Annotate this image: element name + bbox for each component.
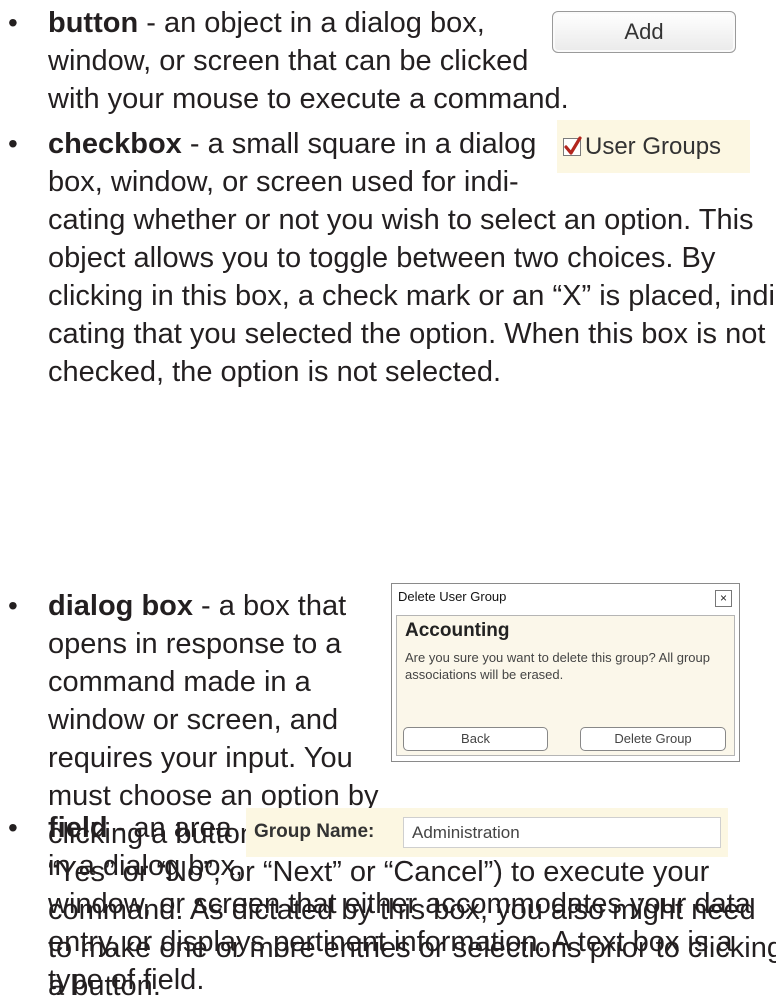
dialog-title: Delete User Group: [398, 589, 507, 604]
group-name-input[interactable]: Administration: [403, 817, 721, 848]
dialog-body: Accounting Are you sure you want to dele…: [396, 615, 735, 756]
term-checkbox: checkbox: [48, 128, 182, 160]
check-mark-icon: [564, 135, 582, 155]
bullet: •: [8, 812, 18, 843]
term-dialog-box: dialog box: [48, 590, 193, 622]
dialog-message: Are you sure you want to delete this gro…: [405, 650, 710, 682]
example-add-button[interactable]: Add: [552, 11, 736, 53]
close-icon[interactable]: ×: [715, 590, 732, 607]
back-button[interactable]: Back: [403, 727, 548, 751]
group-name-label: Group Name:: [254, 821, 375, 842]
delete-group-button[interactable]: Delete Group: [580, 727, 726, 751]
example-user-groups-checkbox[interactable]: User Groups: [557, 120, 750, 173]
bullet: •: [8, 128, 18, 159]
dialog-heading: Accounting: [405, 620, 510, 641]
bullet: •: [8, 7, 18, 38]
checkbox-box[interactable]: [563, 135, 582, 156]
definition-button: button - an object in a dialog box, wind…: [48, 7, 569, 115]
term-field: field: [48, 812, 108, 844]
term-button: button: [48, 7, 139, 39]
example-group-name-field: Group Name: Administration: [246, 808, 728, 857]
bullet: •: [8, 590, 18, 621]
example-delete-user-group-dialog: Delete User Group × Accounting Are you s…: [391, 583, 740, 762]
checkbox-label: User Groups: [585, 132, 722, 160]
